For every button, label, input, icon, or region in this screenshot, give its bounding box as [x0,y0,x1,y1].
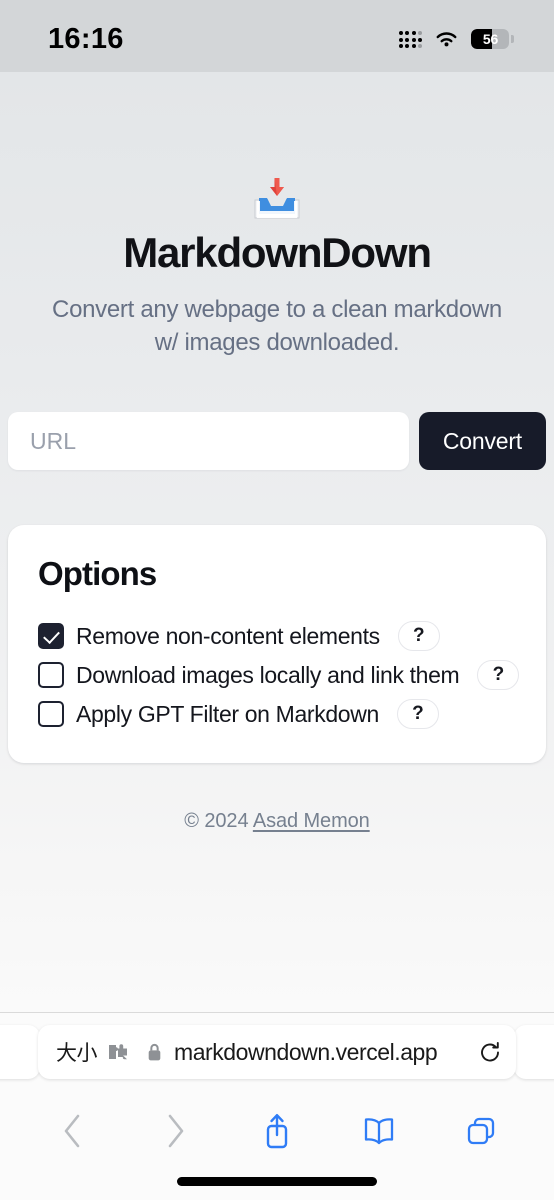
option-label: Download images locally and link them [76,661,460,688]
forward-button[interactable] [153,1109,197,1153]
url-text[interactable]: markdowndown.vercel.app [174,1039,468,1066]
battery-icon: 56 [471,29,514,49]
battery-percent: 56 [482,31,499,47]
help-icon-remove-non-content[interactable]: ? [397,621,440,651]
checkbox-gpt-filter[interactable] [38,701,64,727]
tab-peek-left[interactable] [0,1025,40,1079]
tab-peek-right[interactable] [514,1025,554,1079]
page-tagline: Convert any webpage to a clean markdown … [52,296,502,356]
checkbox-remove-non-content[interactable] [38,623,64,649]
browser-toolbar [0,1101,554,1161]
option-row-remove-non-content[interactable]: Remove non-content elements ? [38,621,516,651]
url-input[interactable] [8,412,409,470]
puzzle-piece-icon[interactable] [107,1042,129,1062]
home-indicator [177,1177,377,1186]
option-label: Remove non-content elements [76,622,380,649]
help-icon-gpt-filter[interactable]: ? [396,699,439,729]
page-title: MarkdownDown [123,229,432,276]
site-footer: © 2024 Asad Memon [0,810,554,833]
status-bar-time: 16:16 [48,22,124,55]
safari-bottom-bar: 大小 markdowndown.vercel.app [0,1012,554,1200]
share-button[interactable] [255,1109,299,1153]
tabs-button[interactable] [459,1109,503,1153]
tab-strip: 大小 markdowndown.vercel.app [0,1013,554,1089]
reload-icon[interactable] [478,1040,502,1065]
cellular-signal-icon [398,30,422,48]
option-row-gpt-filter[interactable]: Apply GPT Filter on Markdown ? [38,699,516,729]
option-row-download-images[interactable]: Download images locally and link them ? [38,660,520,690]
options-card: Options Remove non-content elements ? Do… [8,525,546,763]
web-page-content: MarkdownDown Convert any webpage to a cl… [0,72,554,1012]
convert-button[interactable]: Convert [418,412,546,470]
hero-section: MarkdownDown Convert any webpage to a cl… [0,72,554,359]
wifi-icon [436,31,457,46]
status-bar: 16:16 56 [0,0,554,72]
bookmarks-button[interactable] [357,1109,401,1153]
options-heading: Options [38,555,157,592]
lock-icon [148,1043,161,1060]
address-bar[interactable]: 大小 markdowndown.vercel.app [38,1025,516,1079]
status-bar-icons: 56 [398,23,514,49]
inbox-tray-icon [249,174,305,222]
checkbox-download-images[interactable] [38,662,64,688]
back-button[interactable] [51,1109,95,1153]
help-icon-download-images[interactable]: ? [477,660,520,690]
option-label: Apply GPT Filter on Markdown [76,700,379,727]
text-size-button[interactable]: 大小 [56,1037,98,1067]
copyright-text: © 2024 [184,810,249,832]
author-link[interactable]: Asad Memon [253,810,370,832]
url-form: Convert [8,412,546,470]
